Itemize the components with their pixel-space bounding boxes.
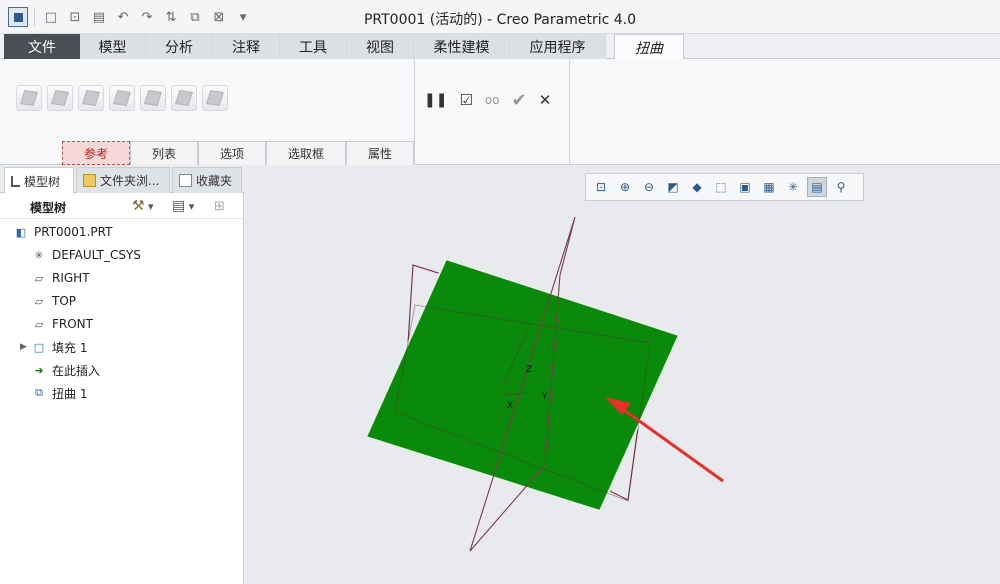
expand-toggle-icon[interactable]: ▶ [20,342,27,352]
preview-glasses-icon[interactable]: oo [485,91,500,109]
tree-settings-button[interactable]: ⚒ ▾ [132,198,154,214]
tree-node-label: 在此插入 [52,363,101,378]
insert-here-icon: ➜ [34,363,44,377]
graphics-area[interactable]: Z X Y ⊡ ⊕ ⊖ ◩ ◆ ⬚ ▣ ▦ ✳ ▤ ⚲ [245,165,1000,584]
csys-y-label: Y [541,392,548,402]
tree-node-label: DEFAULT_CSYS [52,248,141,262]
cancel-icon[interactable]: ✕ [539,91,552,109]
tree-node[interactable]: ▱ FRONT [32,314,93,334]
view-toolbar: ⊡ ⊕ ⊖ ◩ ◆ ⬚ ▣ ▦ ✳ ▤ ⚲ [585,173,864,201]
annotation-arrow-shaft [616,403,724,483]
fill-icon: □ [33,340,45,354]
twist-icon[interactable] [171,85,197,111]
csys-x-label: X [507,401,513,411]
tree-node[interactable]: ▱ TOP [32,291,76,311]
filter-icon: ⊞ [214,198,225,214]
zoom-out-icon[interactable]: ⊖ [639,177,659,197]
transform-icon[interactable] [16,85,42,111]
tab-file[interactable]: 文件 [4,34,80,59]
hammer-icon: ⚒ [132,198,145,214]
tree-filter-button[interactable]: ⊞ [214,198,225,214]
folder-icon [83,174,96,187]
tab-tools[interactable]: 工具 [280,34,347,59]
title-bar: □ ⊡ ▤ ↶ ↷ ⇅ ⧉ ⊠ ▾ PRT0001 (活动的) - Creo Parametri… [0,0,1000,34]
model-tree-title: 模型树 [30,201,67,215]
display-style-icon[interactable]: ◆ [687,177,707,197]
datum-plane-icon: ▱ [34,317,44,331]
tab-favorites[interactable]: 收藏夹 [172,167,242,193]
pause-icon[interactable]: ❚❚ [424,91,447,109]
subtab-marquee[interactable]: 选取框 [266,141,346,165]
annotation-display-icon[interactable]: ▤ [807,177,827,197]
datum-plane-icon: ▱ [34,271,44,285]
tab-analysis[interactable]: 分析 [146,34,213,59]
saved-orientations-icon[interactable]: ⬚ [711,177,731,197]
bend-icon[interactable] [140,85,166,111]
subtab-properties[interactable]: 属性 [346,141,414,165]
ribbon-panel: 参考 列表 选项 选取框 属性 ❚❚ ☑ oo ✔ ✕ [0,59,1000,165]
tab-favorites-label: 收藏夹 [196,174,233,188]
tab-model-tree-label: 模型树 [24,174,61,189]
sculpt-icon[interactable] [202,85,228,111]
ribbon-separator [569,59,570,165]
csys-z-label: Z [526,365,532,375]
ribbon-subtabs: 参考 列表 选项 选取框 属性 [62,141,414,165]
tab-model-tree[interactable]: 模型树 [4,167,74,194]
tab-folder-browser-label: 文件夹浏... [100,174,160,188]
model-scene[interactable]: Z X Y [245,165,1000,584]
navigator-tabs: 模型树 文件夹浏... 收藏夹 [0,165,244,194]
warp-icon[interactable] [47,85,73,111]
refit-icon[interactable]: ⊡ [591,177,611,197]
tab-folder-browser[interactable]: 文件夹浏... [76,167,170,193]
model-tree-icon [11,175,20,187]
spin-center-icon[interactable]: ⚲ [831,177,851,197]
subtab-references[interactable]: 参考 [62,141,130,165]
view-manager-icon[interactable]: ▣ [735,177,755,197]
list-icon: ▤ [172,198,186,214]
datum-display-icon[interactable]: ✳ [783,177,803,197]
zoom-in-icon[interactable]: ⊕ [615,177,635,197]
model-tree-header: 模型树 ⚒ ▾ ▤ ▾ ⊞ [0,193,244,219]
tab-flexible-modeling[interactable]: 柔性建模 [414,34,510,59]
perspective-icon[interactable]: ▦ [759,177,779,197]
repaint-icon[interactable]: ◩ [663,177,683,197]
tree-node-label: RIGHT [52,271,90,285]
tree-node[interactable]: ▱ RIGHT [32,268,90,288]
tab-warp[interactable]: 扭曲 [614,34,684,60]
tree-node-label: TOP [52,294,77,308]
tree-node-label: 扭曲 1 [52,386,88,401]
favorites-icon [179,174,192,187]
spine-icon[interactable] [78,85,104,111]
tree-node-label: FRONT [52,317,93,331]
tree-node-label: 填充 1 [52,340,88,355]
datum-plane-icon: ▱ [34,294,44,308]
ribbon-tab-bar: 文件 模型 分析 注释 工具 视图 柔性建模 应用程序 扭曲 [0,34,1000,60]
tab-view[interactable]: 视图 [347,34,414,59]
part-icon: ◧ [15,225,27,239]
tree-node[interactable]: ◧ PRT0001.PRT [14,222,113,242]
warp-feature-icon: ⧉ [35,386,43,399]
tree-node[interactable]: ✳ DEFAULT_CSYS [32,245,141,265]
show-menu-button[interactable]: ▤ ▾ [172,198,194,214]
tree-node-label: PRT0001.PRT [34,225,113,239]
ribbon-separator [414,59,415,165]
tab-applications[interactable]: 应用程序 [510,34,606,59]
tree-node[interactable]: ➜ 在此插入 [32,360,100,380]
stretch-icon[interactable] [109,85,135,111]
ok-check-icon[interactable]: ✔ [512,90,527,111]
warp-tool-group [16,85,228,111]
tree-node[interactable]: ▶ □ 填充 1 [20,337,88,357]
subtab-options[interactable]: 选项 [198,141,266,165]
feature-controls: ❚❚ ☑ oo ✔ ✕ [424,90,552,111]
window-title: PRT0001 (活动的) - Creo Parametric 4.0 [363,12,637,28]
csys-icon: ✳ [34,248,44,262]
preview-checkbox[interactable]: ☑ [459,91,472,109]
subtab-list[interactable]: 列表 [130,141,198,165]
tab-model[interactable]: 模型 [80,34,146,59]
tab-annotate[interactable]: 注释 [213,34,280,59]
navigator-panel: 模型树 文件夹浏... 收藏夹 模型树 ⚒ ▾ ▤ ▾ ⊞ ◧ PRT0001.P… [0,165,244,584]
tree-node[interactable]: ⧉ 扭曲 1 [32,383,87,403]
